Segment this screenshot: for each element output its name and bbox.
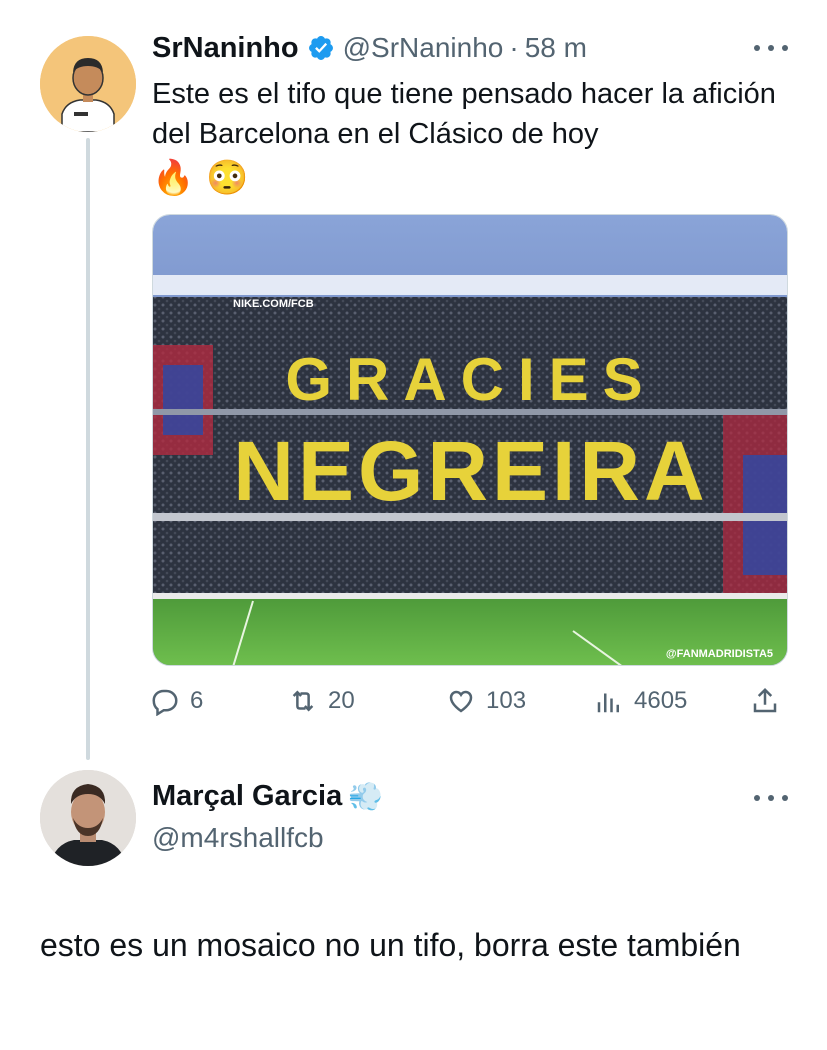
stadium-photo: NIKE.COM/FCB GRACIES NEGREIRA @FANMADRID… xyxy=(153,215,787,665)
share-icon xyxy=(753,687,777,713)
reply-text: esto es un mosaico no un tifo, borra est… xyxy=(40,927,741,963)
avatar-photo xyxy=(40,770,136,866)
fire-emoji: 🔥 xyxy=(152,159,195,197)
dash-emoji: 💨 xyxy=(348,781,384,812)
watermark: @FANMADRIDISTA5 xyxy=(666,648,773,660)
avatar[interactable] xyxy=(40,36,136,132)
reply-count: 6 xyxy=(190,687,204,714)
like-button[interactable]: 103 xyxy=(446,686,526,716)
separator-dot: · xyxy=(509,32,519,63)
reply-header: Marçal Garcia 💨 xyxy=(152,780,383,813)
action-bar: 6 20 103 4605 xyxy=(150,684,790,722)
tweet-header: SrNaninho @SrNaninho · 58 m xyxy=(152,28,587,68)
avatar-illustration xyxy=(40,36,136,132)
reply-icon xyxy=(152,689,178,716)
views-button[interactable]: 4605 xyxy=(594,686,687,716)
share-button[interactable] xyxy=(750,686,780,716)
view-count: 4605 xyxy=(634,687,688,714)
reply-author-handle[interactable]: @m4rshallfcb xyxy=(152,822,324,854)
verified-badge-icon xyxy=(308,36,333,60)
thread-line xyxy=(86,138,90,760)
more-options-icon[interactable] xyxy=(754,43,788,53)
flushed-face-emoji: 😳 xyxy=(206,159,249,197)
tweet-media-image[interactable]: NIKE.COM/FCB GRACIES NEGREIRA @FANMADRID… xyxy=(152,214,788,666)
author-name[interactable]: SrNaninho xyxy=(152,32,299,65)
retweet-button[interactable]: 20 xyxy=(288,686,355,716)
emoji-row: 🔥 😳 xyxy=(152,158,249,200)
retweet-count: 20 xyxy=(328,687,355,714)
timestamp[interactable]: 58 m xyxy=(525,32,587,64)
banner-text: NIKE.COM/FCB xyxy=(233,298,314,310)
like-count: 103 xyxy=(486,687,527,714)
reply-author-name[interactable]: Marçal Garcia xyxy=(152,780,342,813)
avatar[interactable] xyxy=(40,770,136,866)
reply-button[interactable]: 6 xyxy=(150,686,203,716)
more-options-icon[interactable] xyxy=(754,793,788,803)
author-handle[interactable]: @SrNaninho xyxy=(343,32,504,64)
mosaic-line-2: NEGREIRA xyxy=(233,424,708,518)
mosaic-line-1: GRACIES xyxy=(285,346,656,413)
heart-icon xyxy=(449,690,473,713)
tweet-text: Este es el tifo que tiene pensado hacer … xyxy=(152,78,776,150)
views-chart-icon xyxy=(597,693,619,713)
retweet-icon xyxy=(292,690,314,712)
